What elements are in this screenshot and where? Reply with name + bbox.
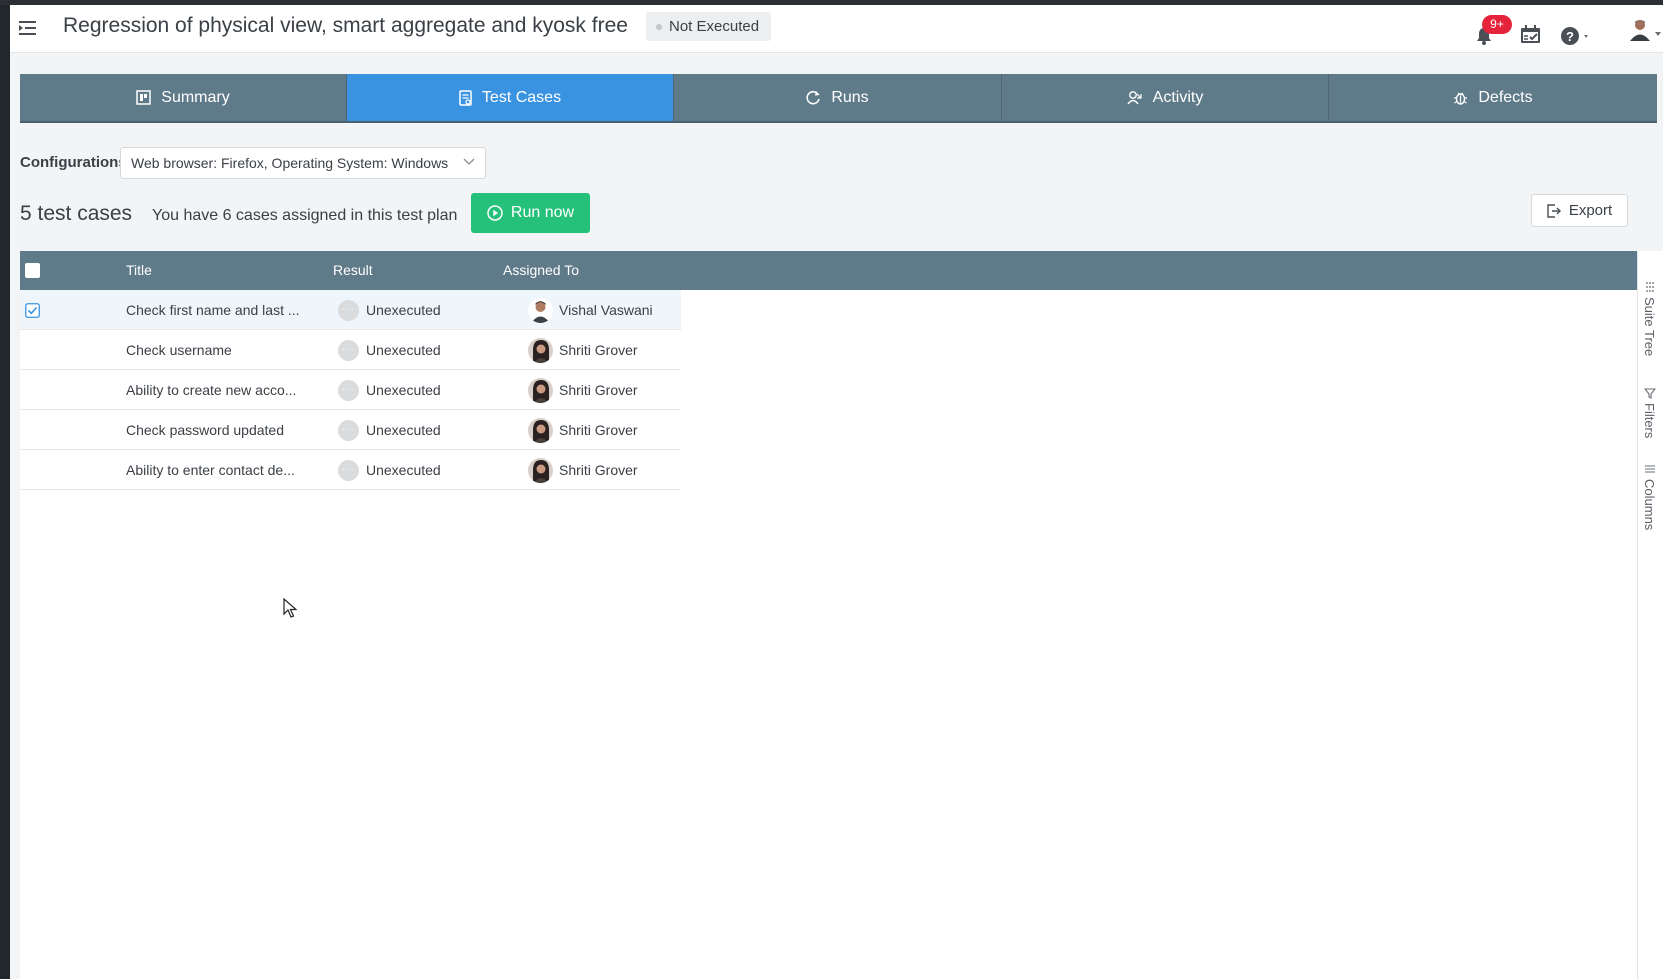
avatar <box>528 298 553 323</box>
svg-text:?: ? <box>1566 29 1574 44</box>
test-cases-icon <box>459 89 472 106</box>
row-title[interactable]: Ability to create new acco... <box>126 382 296 398</box>
row-assignee: Shriti Grover <box>559 382 638 398</box>
tab-activity[interactable]: Activity <box>1002 74 1329 121</box>
export-button[interactable]: Export <box>1531 194 1628 227</box>
columns-toggle[interactable]: Columns <box>1642 463 1657 530</box>
unexecuted-status-icon: ··· <box>338 460 359 481</box>
menu-icon[interactable] <box>18 19 38 37</box>
table-row[interactable]: Check password updated ··· Unexecuted Sh… <box>20 410 681 450</box>
calendar-check-icon[interactable] <box>1520 25 1541 44</box>
row-assignee: Shriti Grover <box>559 422 638 438</box>
table-row[interactable]: Check first name and last ... ··· Unexec… <box>20 290 681 330</box>
row-title[interactable]: Check username <box>126 342 232 358</box>
export-icon <box>1547 203 1561 218</box>
tab-runs[interactable]: Runs <box>674 74 1002 121</box>
tab-runs-label: Runs <box>831 88 869 106</box>
unexecuted-status-icon: ··· <box>338 420 359 441</box>
tab-test-cases[interactable]: Test Cases <box>347 74 674 121</box>
help-icon[interactable]: ? <box>1560 26 1592 46</box>
table-row[interactable]: Ability to enter contact de... ··· Unexe… <box>20 450 681 490</box>
filters-toggle[interactable]: Filters <box>1642 387 1657 438</box>
tab-defects[interactable]: Defects <box>1329 74 1657 121</box>
configurations-select[interactable]: Web browser: Firefox, Operating System: … <box>120 147 486 179</box>
avatar <box>528 458 553 483</box>
run-now-label: Run now <box>510 204 575 221</box>
row-title[interactable]: Check first name and last ... <box>126 302 300 318</box>
columns-icon <box>1644 465 1655 473</box>
suite-tree-toggle[interactable]: Suite Tree <box>1642 281 1657 356</box>
select-all-checkbox[interactable] <box>25 263 40 278</box>
summary-icon <box>136 90 152 105</box>
mouse-cursor-icon <box>283 598 297 618</box>
column-title[interactable]: Title <box>126 251 152 290</box>
runs-icon <box>806 90 821 105</box>
row-result: Unexecuted <box>366 302 441 318</box>
filter-icon <box>1643 388 1656 399</box>
tab-test-cases-label: Test Cases <box>481 88 562 106</box>
status-dot <box>656 24 662 30</box>
column-result[interactable]: Result <box>333 251 373 290</box>
row-result: Unexecuted <box>366 342 441 358</box>
status-label: Not Executed <box>669 18 760 35</box>
play-circle-icon <box>487 205 503 221</box>
window-left-strip <box>0 5 10 979</box>
bug-icon <box>1454 92 1468 105</box>
tab-defects-label: Defects <box>1478 88 1533 106</box>
column-assigned-to[interactable]: Assigned To <box>503 251 579 290</box>
grid-header: Title Result Assigned To <box>20 251 1637 290</box>
tab-activity-label: Activity <box>1152 88 1204 106</box>
filters-label: Filters <box>1642 403 1657 439</box>
row-assignee: Shriti Grover <box>559 462 638 478</box>
columns-label: Columns <box>1642 479 1657 531</box>
side-tool-panel: Suite Tree Filters Columns <box>1637 251 1663 979</box>
assigned-info-text: You have 6 cases assigned in this test p… <box>152 207 458 224</box>
unexecuted-status-icon: ··· <box>338 300 359 321</box>
row-checkbox-checked[interactable] <box>25 303 40 318</box>
row-result: Unexecuted <box>366 382 441 398</box>
activity-icon <box>1127 91 1142 105</box>
row-title[interactable]: Check password updated <box>126 422 284 438</box>
app-window: Regression of physical view, smart aggre… <box>10 5 1663 979</box>
table-row[interactable]: Check username ··· Unexecuted Shriti Gro… <box>20 330 681 370</box>
row-title[interactable]: Ability to enter contact de... <box>126 462 295 478</box>
avatar <box>528 378 553 403</box>
test-case-count: 5 test cases <box>20 202 133 225</box>
export-label: Export <box>1568 202 1613 219</box>
avatar <box>528 418 553 443</box>
tab-bar: Summary Test Cases Runs Activity Defects <box>20 74 1657 123</box>
row-assignee: Vishal Vaswani <box>559 302 653 318</box>
unexecuted-status-icon: ··· <box>338 340 359 361</box>
unexecuted-status-icon: ··· <box>338 380 359 401</box>
tree-icon <box>1645 282 1654 292</box>
row-result: Unexecuted <box>366 462 441 478</box>
test-case-grid: Title Result Assigned To Check first nam… <box>20 251 1637 979</box>
suite-tree-label: Suite Tree <box>1642 297 1657 357</box>
chevron-down-icon <box>463 158 475 165</box>
table-row[interactable]: Ability to create new acco... ··· Unexec… <box>20 370 681 410</box>
configurations-label: Configurations <box>20 154 127 171</box>
tab-summary[interactable]: Summary <box>20 74 347 121</box>
top-header: Regression of physical view, smart aggre… <box>10 5 1663 53</box>
tab-summary-label: Summary <box>161 88 230 106</box>
avatar <box>528 338 553 363</box>
page-title: Regression of physical view, smart aggre… <box>63 14 628 37</box>
avatar[interactable] <box>1628 16 1663 44</box>
configurations-value: Web browser: Firefox, Operating System: … <box>131 155 449 171</box>
row-result: Unexecuted <box>366 422 441 438</box>
status-badge: Not Executed <box>646 12 772 41</box>
run-now-button[interactable]: Run now <box>471 193 590 233</box>
notification-badge: 9+ <box>1482 15 1512 34</box>
row-assignee: Shriti Grover <box>559 342 638 358</box>
